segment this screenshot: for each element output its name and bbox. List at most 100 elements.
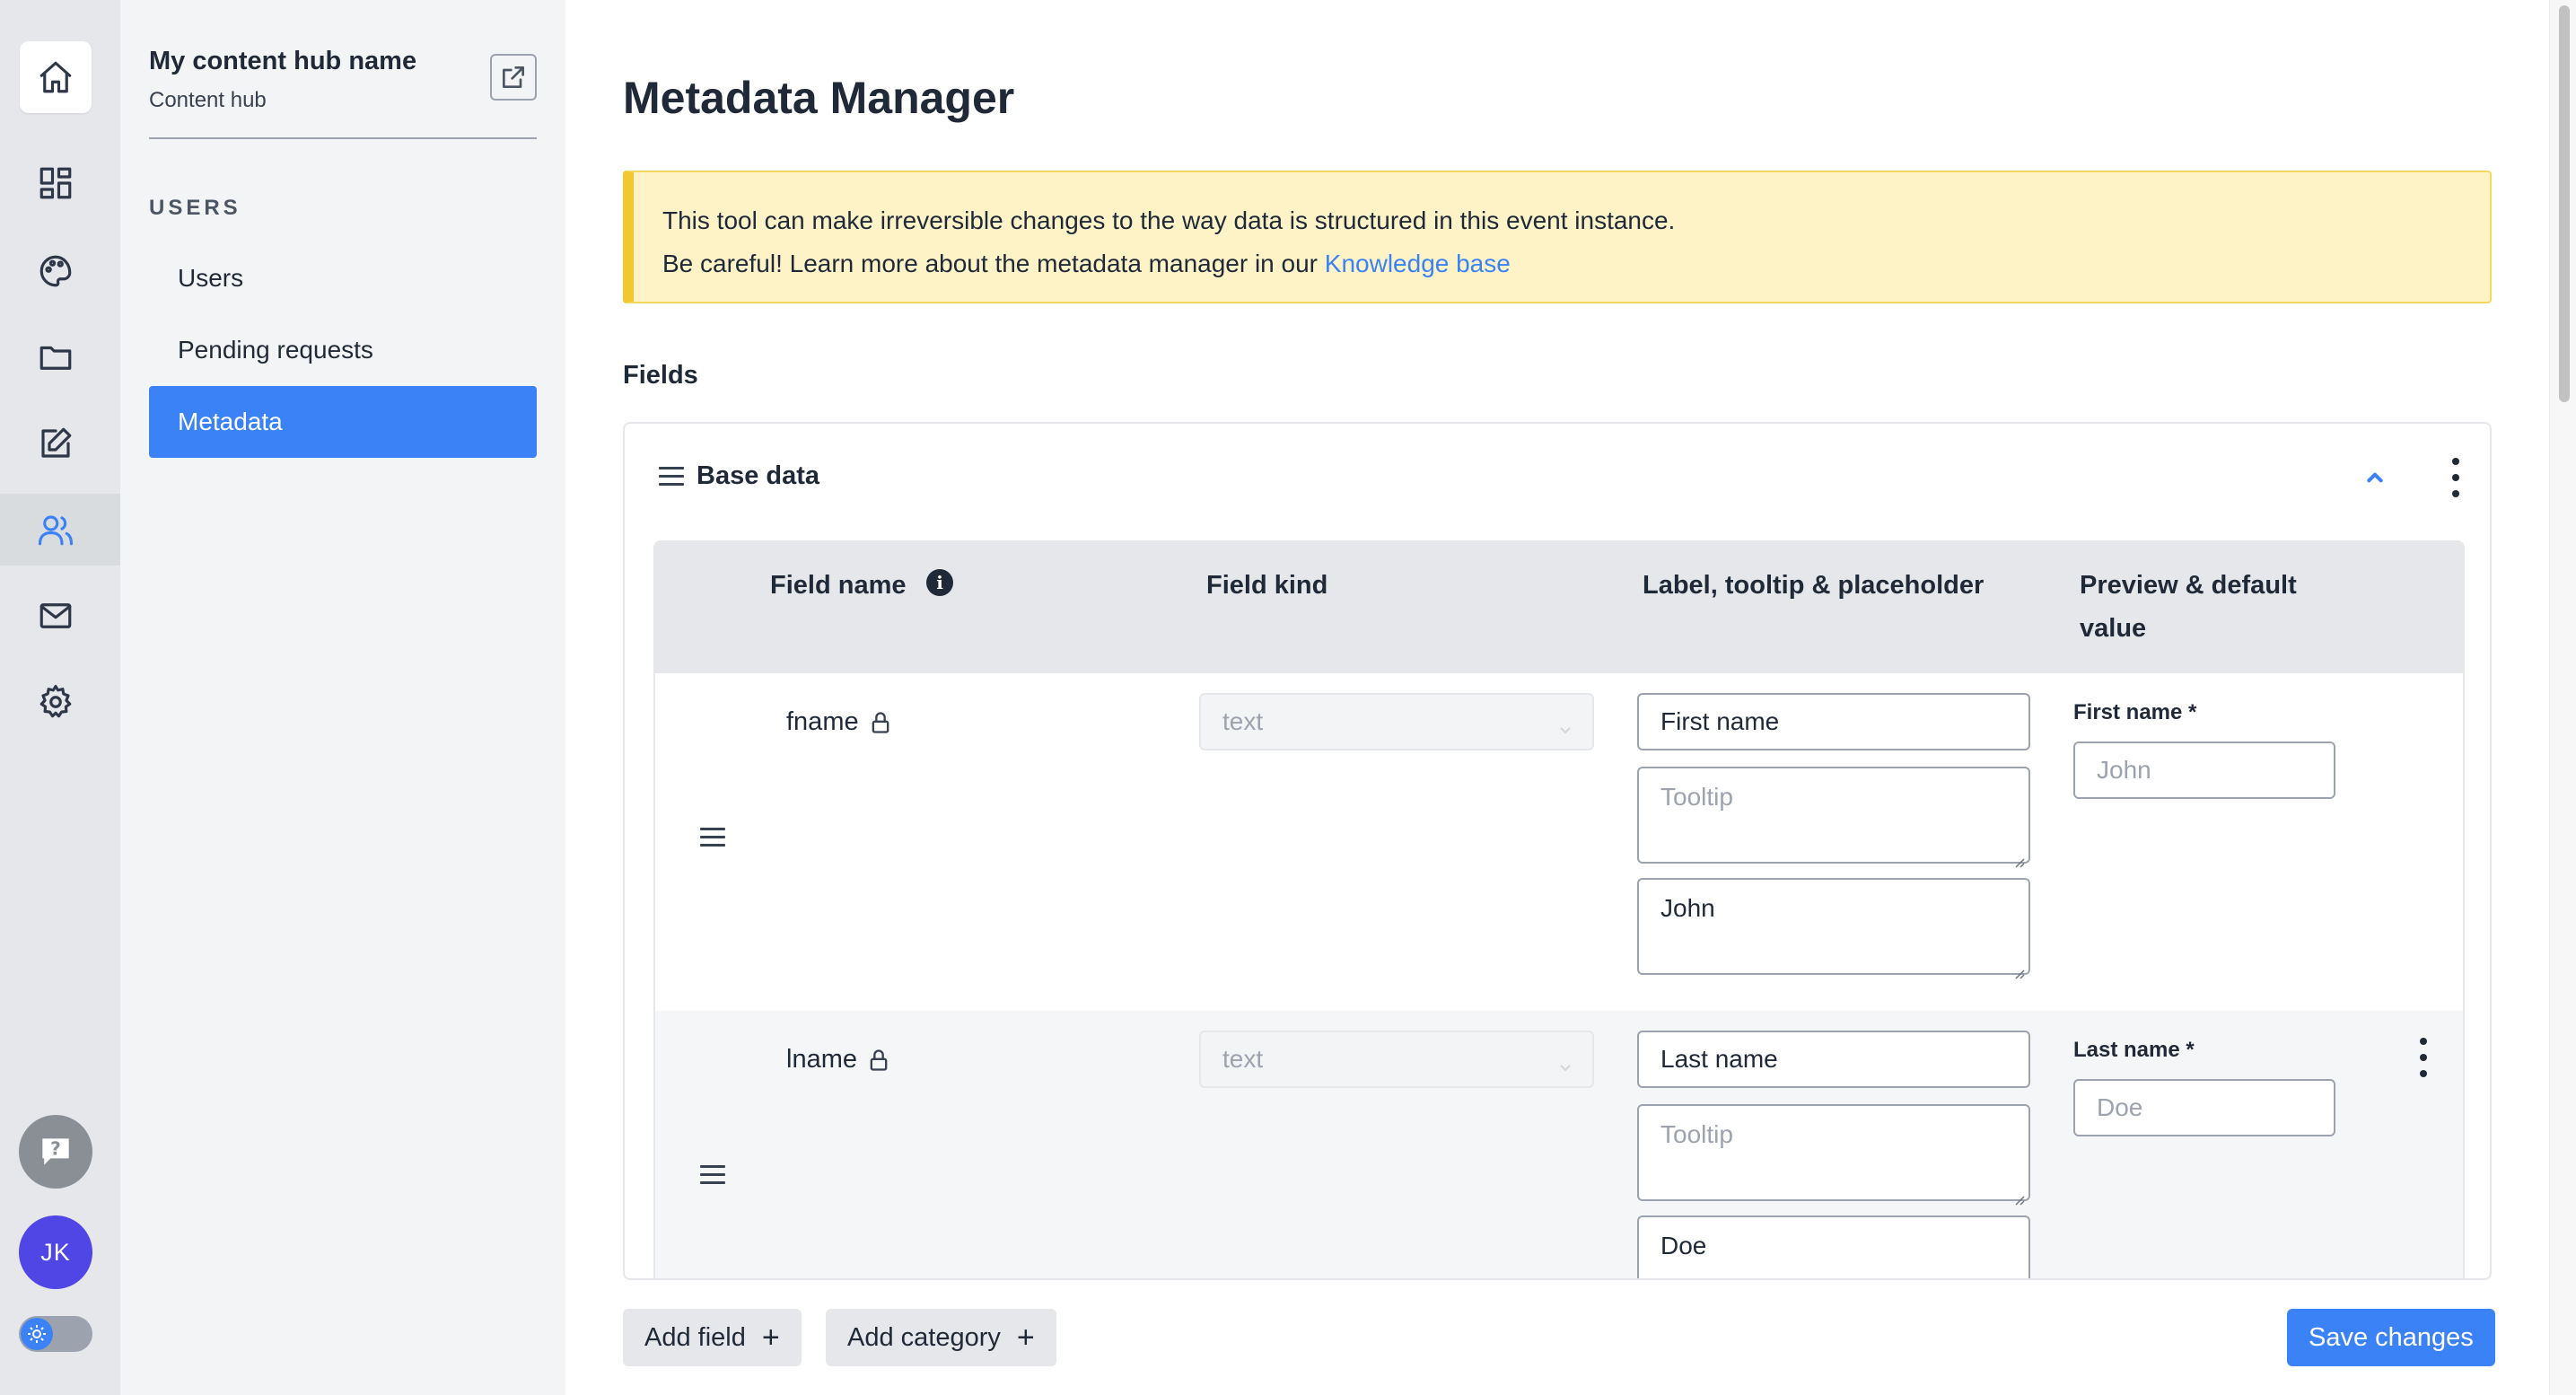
field-name: fname [786, 707, 859, 736]
main-content: Metadata Manager This tool can make irre… [565, 0, 2549, 1395]
tooltip-placeholder: Tooltip [1660, 783, 1733, 811]
sidebar-item-metadata[interactable]: Metadata [149, 386, 537, 458]
placeholder-textarea[interactable]: Doe [1637, 1215, 2030, 1278]
mail-icon [39, 603, 72, 628]
row-menu-button[interactable] [2414, 1038, 2432, 1077]
category-panel: Base data Field name i Field kind Label,… [623, 422, 2492, 1280]
mail-button[interactable] [20, 580, 92, 652]
info-icon[interactable]: i [926, 569, 953, 596]
divider [149, 137, 537, 139]
preview-label: First name * [2073, 700, 2197, 724]
tooltip-textarea[interactable]: Tooltip [1637, 1104, 2030, 1206]
resize-handle-icon[interactable] [2012, 957, 2025, 979]
page-scrollbar[interactable] [2549, 0, 2576, 1395]
dashboard-button[interactable] [20, 147, 92, 219]
dashboard-icon [39, 167, 72, 199]
column-header-field-kind: Field kind [1206, 571, 1328, 600]
add-field-button[interactable]: Add field + [623, 1309, 802, 1366]
help-chat-icon: ? [42, 1138, 69, 1165]
field-name-cell: fname [786, 707, 893, 737]
folder-icon [39, 346, 72, 370]
section-label-users: USERS [149, 196, 241, 220]
placeholder-value: Doe [1660, 1232, 1707, 1259]
row-drag-handle-icon[interactable] [700, 1165, 725, 1185]
external-link-icon [503, 66, 524, 88]
warning-banner: This tool can make irreversible changes … [623, 171, 2492, 303]
design-button[interactable] [20, 235, 92, 307]
scrollbar-thumb[interactable] [2559, 5, 2570, 402]
preview-label: Last name * [2073, 1038, 2195, 1062]
category-title: Base data [697, 461, 820, 490]
placeholder-value: John [1660, 894, 1715, 922]
column-header-preview-line-1: Preview & default [2080, 571, 2297, 600]
knowledge-base-link[interactable]: Knowledge base [1325, 250, 1511, 277]
field-kind-select[interactable]: text [1199, 693, 1594, 750]
field-name-cell: lname [786, 1045, 891, 1075]
fields-table: Field name i Field kind Label, tooltip &… [653, 540, 2465, 1278]
edit-icon [41, 427, 72, 458]
table-header: Field name i Field kind Label, tooltip &… [655, 542, 2463, 673]
collapse-button[interactable] [2357, 460, 2393, 496]
open-external-button[interactable] [490, 54, 537, 101]
field-name: lname [786, 1045, 857, 1074]
help-button[interactable]: ? [19, 1115, 92, 1189]
chevron-down-icon [1558, 715, 1573, 734]
sun-icon [21, 1318, 53, 1350]
label-input[interactable]: Last name [1637, 1031, 2030, 1088]
files-button[interactable] [20, 321, 92, 393]
label-input[interactable]: First name [1637, 693, 2030, 750]
home-icon [39, 61, 72, 93]
field-kind-value: text [1222, 707, 1264, 735]
field-kind-select[interactable]: text [1199, 1031, 1594, 1088]
column-header-preview: Preview & default value [2080, 564, 2297, 650]
users-icon [38, 515, 74, 546]
add-category-button[interactable]: Add category + [826, 1309, 1056, 1366]
warning-line-1: This tool can make irreversible changes … [662, 206, 1676, 234]
users-button[interactable] [20, 494, 92, 566]
svg-text:?: ? [50, 1138, 61, 1160]
row-drag-handle-icon[interactable] [700, 828, 725, 847]
page-title: Metadata Manager [623, 73, 1015, 123]
preview-default-input[interactable]: John [2073, 741, 2335, 799]
plus-icon: + [761, 1320, 780, 1355]
table-row: lname text Last name Tooltip Doe Last na… [655, 1011, 2463, 1278]
settings-icon [39, 684, 72, 718]
table-row: fname text First name Tooltip John First… [655, 673, 2463, 1011]
drag-handle-icon[interactable] [659, 467, 684, 487]
add-category-label: Add category [847, 1322, 1001, 1352]
chevron-down-icon [1558, 1052, 1573, 1072]
category-menu-button[interactable] [2447, 458, 2465, 497]
user-avatar[interactable]: JK [19, 1215, 92, 1289]
tooltip-textarea[interactable]: Tooltip [1637, 767, 2030, 868]
secondary-sidebar: My content hub name Content hub USERS Us… [120, 0, 565, 1395]
icon-rail: ? JK [0, 0, 120, 1395]
sidebar-item-users[interactable]: Users [149, 242, 537, 314]
fields-heading: Fields [623, 361, 698, 390]
warning-line-2: Be careful! Learn more about the metadat… [662, 242, 2490, 285]
field-kind-value: text [1222, 1045, 1264, 1073]
placeholder-textarea[interactable]: John [1637, 878, 2030, 979]
save-changes-button[interactable]: Save changes [2287, 1309, 2495, 1366]
plus-icon: + [1016, 1320, 1035, 1355]
home-button[interactable] [20, 41, 92, 113]
settings-button[interactable] [20, 666, 92, 738]
column-header-field-name: Field name [770, 571, 907, 600]
hub-name: My content hub name [149, 47, 417, 75]
column-header-preview-line-2: value [2080, 614, 2147, 643]
lock-icon [870, 1048, 888, 1071]
resize-handle-icon[interactable] [2012, 1183, 2025, 1206]
warning-line-2-text: Be careful! Learn more about the metadat… [662, 250, 1325, 277]
hub-subtitle: Content hub [149, 88, 267, 112]
column-header-label: Label, tooltip & placeholder [1643, 571, 1985, 600]
resize-handle-icon[interactable] [2012, 846, 2025, 868]
sidebar-item-pending-requests[interactable]: Pending requests [149, 314, 537, 386]
theme-toggle[interactable] [19, 1316, 92, 1352]
chevron-up-icon [2367, 472, 2383, 483]
content-button[interactable] [20, 408, 92, 479]
preview-default-input[interactable]: Doe [2073, 1079, 2335, 1136]
lock-icon [872, 711, 889, 733]
category-header: Base data [625, 424, 2490, 528]
tooltip-placeholder: Tooltip [1660, 1120, 1733, 1148]
palette-icon [39, 255, 72, 287]
add-field-label: Add field [644, 1322, 746, 1352]
